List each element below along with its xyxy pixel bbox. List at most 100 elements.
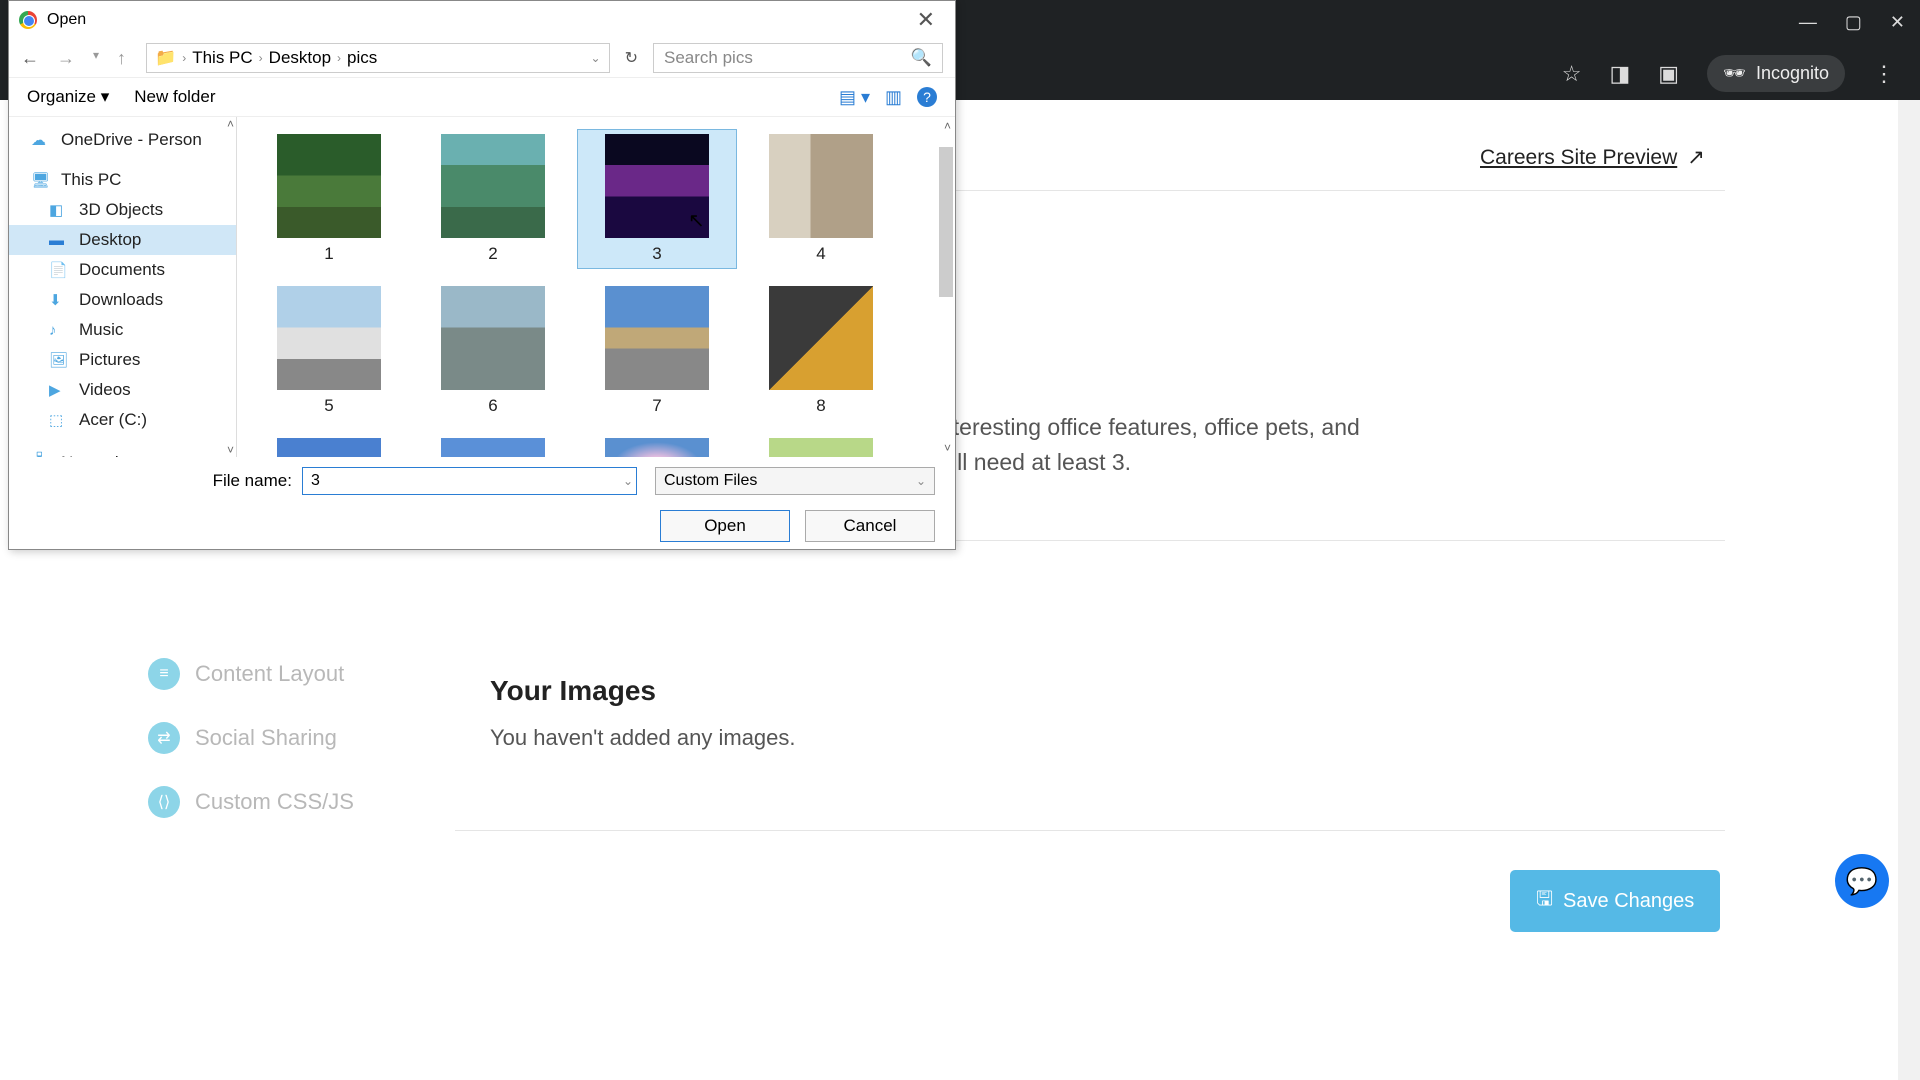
thumbnail (441, 286, 545, 390)
breadcrumb-pics[interactable]: pics (347, 48, 377, 68)
up-button[interactable]: ↑ (117, 48, 126, 69)
file-item-9[interactable] (249, 433, 409, 457)
view-mode-button[interactable]: ▤ ▾ (839, 87, 870, 108)
nav-social-label: Social Sharing (195, 725, 337, 751)
breadcrumb[interactable]: 📁 › This PC › Desktop › pics ⌄ (146, 43, 610, 73)
file-item-1[interactable]: 1 (249, 129, 409, 269)
scroll-up-icon[interactable]: ˄ (227, 117, 234, 131)
file-item-6[interactable]: 6 (413, 281, 573, 421)
pc-icon: 🖥 (31, 171, 51, 189)
file-label: 6 (488, 396, 497, 416)
maximize-button[interactable]: ▢ (1845, 12, 1862, 33)
sidebar-thispc[interactable]: 🖥This PC (9, 165, 236, 195)
incognito-badge[interactable]: 🕶 Incognito (1707, 55, 1845, 92)
sidebar-downloads[interactable]: ⬇Downloads (9, 285, 236, 315)
bookmark-star-icon[interactable]: ☆ (1562, 61, 1582, 87)
sidebar-videos[interactable]: ▶Videos (9, 375, 236, 405)
more-menu-icon[interactable]: ⋮ (1873, 61, 1895, 87)
network-icon: 🖧 (31, 450, 51, 457)
thumbnail (441, 438, 545, 457)
page-scrollbar[interactable] (1898, 100, 1920, 1080)
file-item-12[interactable] (741, 433, 901, 457)
side-panel-icon[interactable]: ▣ (1658, 61, 1679, 87)
sidebar-network[interactable]: 🖧Network (9, 445, 236, 457)
breadcrumb-thispc[interactable]: This PC (192, 48, 252, 68)
dialog-title-text: Open (47, 11, 86, 29)
file-item-3[interactable]: 3 (577, 129, 737, 269)
incognito-icon: 🕶 (1723, 63, 1746, 84)
code-icon: ⟨⟩ (148, 786, 180, 818)
save-changes-button[interactable]: 🖫 Save Changes (1510, 870, 1720, 932)
new-folder-button[interactable]: New folder (134, 87, 215, 107)
incognito-label: Incognito (1756, 63, 1829, 84)
dialog-sidebar: ˄ ☁OneDrive - Person 🖥This PC ◧3D Object… (9, 117, 237, 457)
file-label: 4 (816, 244, 825, 264)
chevron-right-icon: › (182, 51, 186, 65)
file-item-7[interactable]: 7 (577, 281, 737, 421)
refresh-button[interactable]: ↻ (625, 48, 638, 68)
file-item-4[interactable]: 4 (741, 129, 901, 269)
file-label: 2 (488, 244, 497, 264)
preview-pane-button[interactable]: ▥ (885, 87, 902, 108)
organize-menu[interactable]: Organize ▾ (27, 87, 109, 107)
scrollbar-thumb[interactable] (939, 147, 953, 297)
file-area: 1 2 3 4 5 6 7 8 ˄ ˅ (237, 117, 955, 457)
file-label: 5 (324, 396, 333, 416)
scroll-down-icon[interactable]: ˅ (227, 443, 234, 457)
open-button[interactable]: Open (660, 510, 790, 542)
thumbnail (605, 286, 709, 390)
file-item-8[interactable]: 8 (741, 281, 901, 421)
cancel-button[interactable]: Cancel (805, 510, 935, 542)
file-item-2[interactable]: 2 (413, 129, 573, 269)
careers-preview-link[interactable]: Careers Site Preview ↗ (1480, 145, 1705, 170)
thumbnail (605, 438, 709, 457)
close-window-button[interactable]: ✕ (1890, 12, 1905, 33)
history-dropdown-icon[interactable]: ▾ (93, 48, 99, 69)
extensions-icon[interactable]: ◨ (1609, 61, 1630, 87)
sidebar-3d-objects[interactable]: ◧3D Objects (9, 195, 236, 225)
nav-social-sharing[interactable]: ⇄ Social Sharing (148, 722, 354, 754)
help-button[interactable]: ? (917, 87, 937, 107)
file-item-10[interactable] (413, 433, 573, 457)
file-label: 3 (652, 244, 661, 264)
thumbnail (277, 286, 381, 390)
search-input[interactable]: Search pics 🔍 (653, 43, 943, 73)
sidebar-onedrive[interactable]: ☁OneDrive - Person (9, 125, 236, 155)
minimize-button[interactable]: — (1799, 12, 1817, 33)
layout-icon: ≡ (148, 658, 180, 690)
chat-widget-button[interactable]: 💬 (1835, 854, 1889, 908)
breadcrumb-desktop[interactable]: Desktop (269, 48, 331, 68)
dialog-close-button[interactable]: ✕ (907, 7, 945, 33)
thumbnail (605, 134, 709, 238)
file-scrollbar[interactable]: ˄ ˅ (935, 117, 955, 457)
cube-icon: ◧ (49, 201, 69, 219)
thumbnail (277, 134, 381, 238)
file-item-5[interactable]: 5 (249, 281, 409, 421)
nav-content-label: Content Layout (195, 661, 344, 687)
back-button[interactable]: ← (21, 48, 39, 69)
forward-button[interactable]: → (57, 48, 75, 69)
sidebar-desktop[interactable]: ▬Desktop (9, 225, 236, 255)
sidebar-documents[interactable]: 📄Documents (9, 255, 236, 285)
dialog-footer: File name: ⌄ Custom Files ⌄ Open Cancel (9, 457, 955, 552)
nav-custom-label: Custom CSS/JS (195, 789, 354, 815)
nav-custom-css[interactable]: ⟨⟩ Custom CSS/JS (148, 786, 354, 818)
filename-input[interactable] (302, 467, 637, 495)
page-description: nteresting office features, office pets,… (940, 410, 1360, 479)
chrome-icon (19, 11, 37, 29)
sidebar-music[interactable]: ♪Music (9, 315, 236, 345)
scroll-up-icon[interactable]: ˄ (944, 119, 951, 133)
sidebar-acer-drive[interactable]: ⬚Acer (C:) (9, 405, 236, 435)
dialog-toolbar: Organize ▾ New folder ▤ ▾ ▥ ? (9, 77, 955, 117)
filetype-select[interactable]: Custom Files ⌄ (655, 467, 935, 495)
chevron-right-icon: › (337, 51, 341, 65)
scroll-down-icon[interactable]: ˅ (944, 441, 951, 455)
file-item-11[interactable] (577, 433, 737, 457)
settings-nav: ≡ Content Layout ⇄ Social Sharing ⟨⟩ Cus… (148, 658, 354, 818)
sidebar-pictures[interactable]: 🖼Pictures (9, 345, 236, 375)
dialog-address-bar: ← → ▾ ↑ 📁 › This PC › Desktop › pics ⌄ ↻… (9, 39, 955, 77)
filename-label: File name: (213, 471, 292, 491)
nav-content-layout[interactable]: ≡ Content Layout (148, 658, 354, 690)
filename-dropdown-icon[interactable]: ⌄ (623, 474, 633, 488)
breadcrumb-dropdown-icon[interactable]: ⌄ (591, 51, 601, 65)
